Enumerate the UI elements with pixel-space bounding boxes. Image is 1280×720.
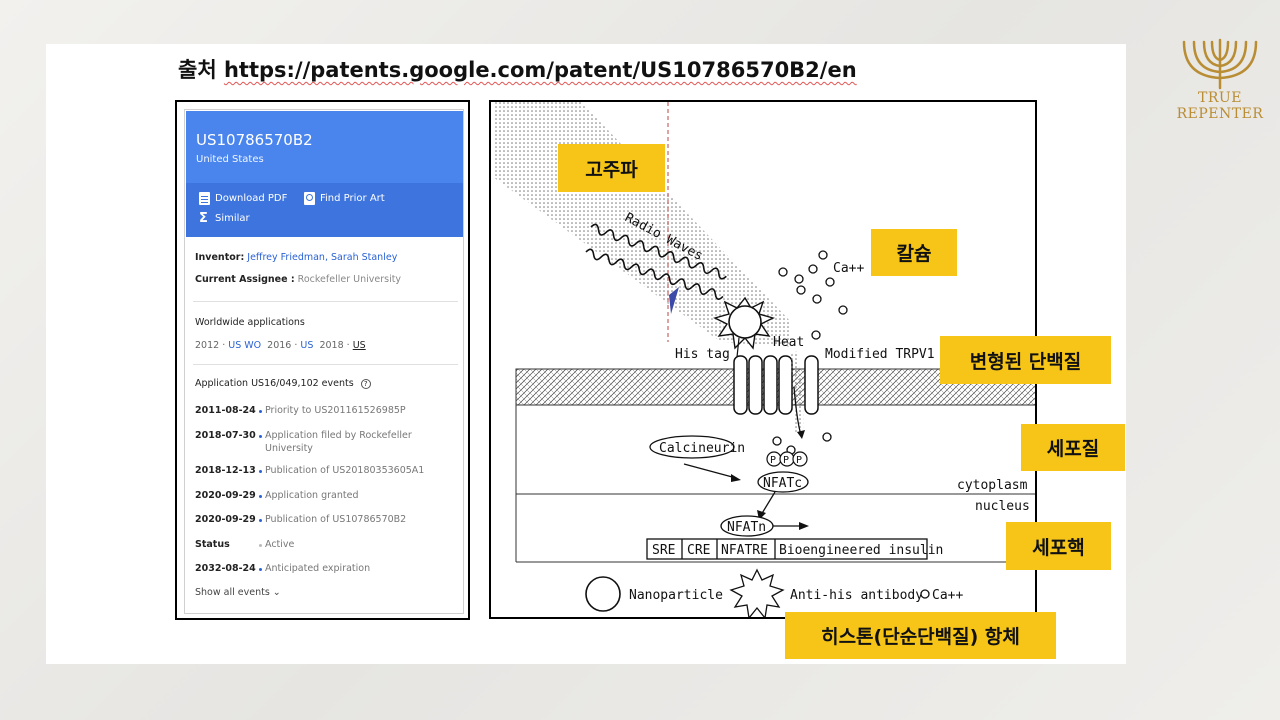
- event-date: Status: [195, 539, 230, 550]
- logo-line2: REPENTER: [1176, 106, 1264, 122]
- ww-country-3[interactable]: US: [353, 340, 366, 351]
- gene-construct: SRE CRE NFATRE Bioengineered insulin: [646, 538, 943, 560]
- legend-nanoparticle-label: Nanoparticle: [629, 588, 723, 603]
- nanoparticle-icon: [728, 305, 762, 339]
- event-dot: [259, 519, 262, 522]
- nfatc-label: NFATc: [763, 476, 802, 491]
- phosphate-label: P: [770, 455, 776, 466]
- event-text-line2: University: [265, 443, 313, 454]
- ww-country-1[interactable]: US WO: [228, 340, 261, 351]
- patent-card: US10786570B2 United States Download PDF …: [175, 100, 470, 620]
- search-doc-icon: [304, 192, 315, 205]
- event-date: 2018-12-13: [195, 465, 256, 476]
- modified-trpv1-label: Modified TRPV1: [825, 347, 935, 362]
- label-antibody: 히스톤(단순단백질) 항체: [785, 612, 1056, 659]
- inventor-row: Inventor: Jeffrey Friedman, Sarah Stanle…: [195, 252, 397, 263]
- source-prefix: 출처: [178, 58, 217, 82]
- help-icon[interactable]: ?: [360, 379, 371, 389]
- similar-button[interactable]: Σ Similar: [199, 211, 250, 226]
- label-calcium: 칼슘: [871, 229, 957, 276]
- nfatc-arrow: [760, 491, 776, 516]
- legend-antibody-icon: [729, 568, 785, 617]
- ca-label: Ca++: [833, 261, 864, 276]
- nucleus-label: nucleus: [975, 499, 1030, 514]
- label-radio: 고주파: [558, 144, 665, 192]
- event-date: 2018-07-30: [195, 430, 256, 441]
- assignee-name[interactable]: Rockefeller University: [298, 274, 401, 285]
- nfatn-arrowhead: [799, 522, 809, 530]
- legend-ca-label: Ca++: [932, 588, 963, 603]
- show-all-events-link[interactable]: Show all events ⌄: [195, 587, 281, 598]
- inventor-label: Inventor:: [195, 252, 245, 263]
- event-text: Application filed by Rockefeller: [265, 430, 412, 441]
- patent-actions: Download PDF Find Prior Art Σ Similar: [186, 183, 463, 237]
- document-icon: [199, 192, 210, 205]
- download-pdf-button[interactable]: Download PDF: [199, 192, 287, 205]
- label-nucleus: 세포핵: [1006, 522, 1111, 570]
- patent-header: US10786570B2 United States: [186, 111, 463, 183]
- menorah-icon: [1182, 38, 1258, 90]
- event-dot: [259, 568, 262, 571]
- worldwide-label: Worldwide applications: [195, 317, 305, 328]
- cytoplasm-label: cytoplasm: [957, 478, 1028, 493]
- nfatn-label: NFATn: [727, 520, 766, 535]
- divider: [193, 364, 458, 365]
- label-protein: 변형된 단백질: [940, 336, 1111, 384]
- sigma-icon: Σ: [199, 211, 208, 226]
- label-cytoplasm: 세포질: [1021, 424, 1125, 471]
- event-dot: [259, 544, 262, 547]
- source-line: 출처 https://patents.google.com/patent/US1…: [178, 54, 857, 84]
- gene-cre: CRE: [687, 543, 710, 558]
- find-prior-art-label: Find Prior Art: [320, 193, 385, 204]
- event-text: Anticipated expiration: [265, 563, 371, 574]
- event-dot: [259, 410, 262, 413]
- ww-year-1: 2012: [195, 340, 220, 351]
- legend-antibody-label: Anti-his antibody: [790, 588, 923, 603]
- phosphate-label: P: [796, 455, 802, 466]
- assignee-row: Current Assignee : Rockefeller Universit…: [195, 274, 401, 285]
- event-text: Active: [265, 539, 295, 550]
- calcineurin-arrow: [683, 463, 737, 479]
- worldwide-row: 2012 · US WO 2016 · US 2018 · US: [195, 340, 366, 351]
- logo-line1: TRUE: [1198, 90, 1242, 106]
- event-dot: [259, 435, 262, 438]
- patent-number: US10786570B2: [196, 131, 313, 149]
- event-date: 2020-09-29: [195, 514, 256, 525]
- gene-sre: SRE: [652, 543, 675, 558]
- phosphates: P P P: [766, 451, 808, 467]
- true-repenter-logo: TRUE REPENTER: [1170, 36, 1270, 126]
- his-tag-label: His tag: [675, 347, 730, 362]
- event-text: Application granted: [265, 490, 359, 501]
- assignee-label: Current Assignee :: [195, 274, 295, 285]
- gene-nfatre: NFATRE: [721, 543, 768, 558]
- phosphate-label: P: [783, 455, 789, 466]
- event-date: 2032-08-24: [195, 563, 256, 574]
- event-text: Priority to US201161526985P: [265, 405, 406, 416]
- event-dot: [259, 495, 262, 498]
- ww-year-2: 2016: [267, 340, 292, 351]
- find-prior-art-button[interactable]: Find Prior Art: [304, 192, 385, 205]
- legend-ca-icon: [920, 589, 930, 599]
- source-url[interactable]: https://patents.google.com/patent/US1078…: [224, 58, 857, 82]
- legend-nanoparticle-icon: [585, 576, 621, 612]
- similar-label: Similar: [215, 213, 250, 224]
- trpv1-channel: [733, 355, 819, 415]
- event-text: Publication of US10786570B2: [265, 514, 407, 525]
- patent-country: United States: [196, 154, 264, 165]
- ww-country-2[interactable]: US: [300, 340, 313, 351]
- event-text: Publication of US20180353605A1: [265, 465, 425, 476]
- event-date: 2020-09-29: [195, 490, 256, 501]
- heat-label: Heat: [773, 335, 804, 350]
- ww-year-3: 2018: [319, 340, 344, 351]
- divider: [193, 301, 458, 302]
- calcineurin-label: Calcineurin: [659, 441, 745, 456]
- event-date: 2011-08-24: [195, 405, 256, 416]
- download-pdf-label: Download PDF: [215, 193, 288, 204]
- inventor-names[interactable]: Jeffrey Friedman, Sarah Stanley: [247, 252, 397, 263]
- gene-insulin: Bioengineered insulin: [779, 543, 943, 558]
- events-title-row: Application US16/049,102 events ?: [195, 378, 371, 389]
- calcineurin-arrowhead: [731, 474, 741, 482]
- event-dot: [259, 470, 262, 473]
- events-title: Application US16/049,102 events: [195, 378, 354, 389]
